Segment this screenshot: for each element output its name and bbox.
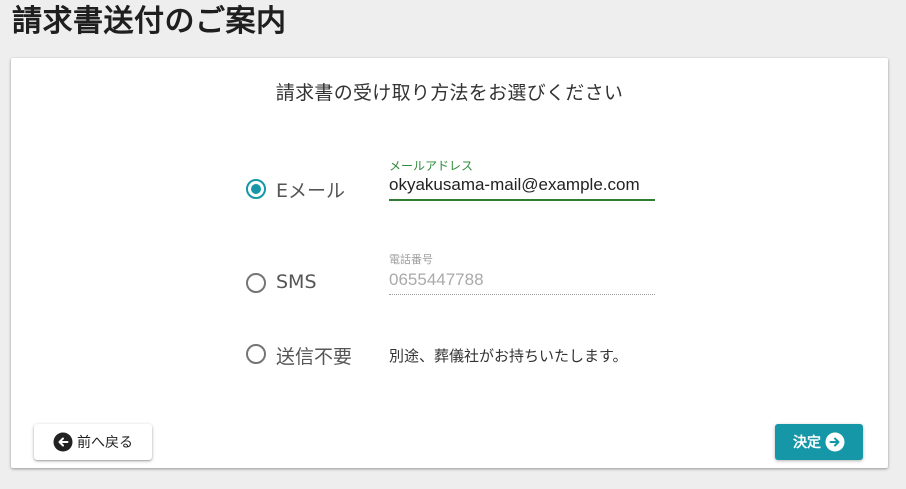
arrow-right-circle-icon xyxy=(825,432,845,452)
sms-radio[interactable] xyxy=(246,273,266,293)
phone-input[interactable] xyxy=(389,265,655,295)
email-radio[interactable] xyxy=(246,179,266,199)
no-send-radio[interactable] xyxy=(246,344,266,364)
confirm-button[interactable]: 決定 xyxy=(775,424,863,460)
card-heading: 請求書の受け取り方法をお選びください xyxy=(275,82,624,104)
email-input[interactable] xyxy=(389,171,655,201)
delivery-method-card: 請求書の受け取り方法をお選びください Eメール メールアドレス SMS 電話番号… xyxy=(11,58,888,468)
no-send-note: 別途、葬儀社がお持ちいたします。 xyxy=(389,347,628,365)
email-option-label[interactable]: Eメール xyxy=(276,176,345,203)
page-title: 請求書送付のご案内 xyxy=(12,4,287,39)
back-button-label: 前へ戻る xyxy=(77,435,133,451)
confirm-button-label: 決定 xyxy=(793,435,821,451)
no-send-option-label[interactable]: 送信不要 xyxy=(276,342,352,369)
arrow-left-circle-icon xyxy=(53,432,73,452)
sms-option-label[interactable]: SMS xyxy=(276,271,317,293)
back-button[interactable]: 前へ戻る xyxy=(34,424,152,460)
